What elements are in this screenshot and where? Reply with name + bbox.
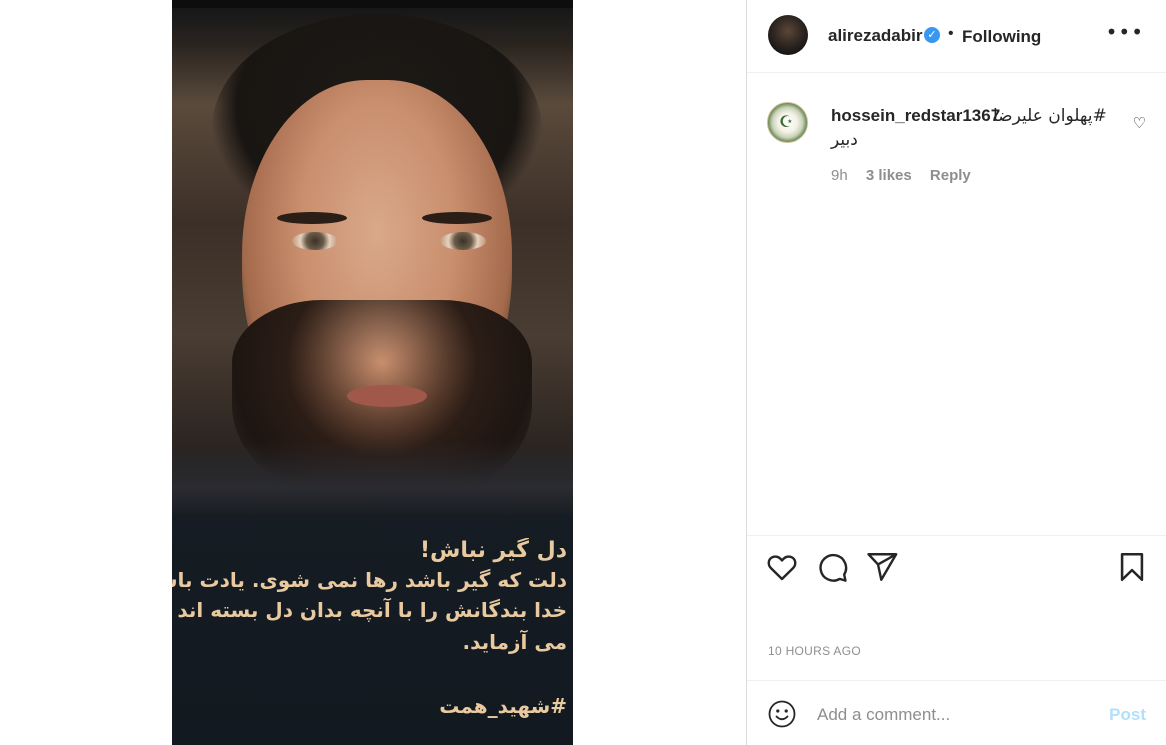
- post-actions-bar: [747, 535, 1166, 635]
- post-side-panel: alirezadabir ✓ • Following ••• ☪ hossein…: [746, 0, 1166, 745]
- post-comment-button[interactable]: Post: [1109, 705, 1146, 725]
- portrait-mouth: [347, 385, 427, 407]
- author-username[interactable]: alirezadabir: [828, 26, 923, 46]
- emoji-icon[interactable]: [767, 699, 797, 729]
- verified-badge-icon: ✓: [924, 27, 940, 43]
- image-overlay-line-3: خدا بندگانش را با آنچه بدان دل بسته اند: [177, 598, 567, 622]
- commenter-avatar[interactable]: ☪: [767, 102, 808, 143]
- heart-icon[interactable]: [765, 550, 799, 584]
- comment-likes[interactable]: 3 likes: [866, 167, 912, 184]
- comment-item: ☪ hossein_redstar1367 #پهلوان علیرضا دبی…: [747, 73, 1166, 535]
- commenter-username[interactable]: hossein_redstar1367: [831, 106, 1000, 126]
- image-overlay-hashtag: #شهید_همت: [439, 694, 567, 718]
- image-top-edge: [172, 0, 573, 8]
- comment-meta: 9h 3 likes Reply: [831, 167, 985, 184]
- comment-like-icon[interactable]: ♡: [1133, 114, 1146, 132]
- instagram-post-page: دل گیر نباش! دلت که گیر باشد رها نمی شوی…: [0, 0, 1166, 745]
- header-separator: •: [948, 25, 954, 42]
- image-overlay-line-2: دلت که گیر باشد رها نمی شوی. یادت باشد: [172, 568, 567, 592]
- portrait-left-brow: [277, 212, 347, 224]
- emblem-icon: ☪: [779, 112, 794, 131]
- post-header: alirezadabir ✓ • Following •••: [747, 0, 1166, 73]
- portrait-left-eye: [292, 232, 338, 250]
- following-button[interactable]: Following: [962, 27, 1041, 47]
- more-options-icon[interactable]: •••: [1106, 20, 1144, 44]
- portrait-right-brow: [422, 212, 492, 224]
- author-avatar[interactable]: [768, 15, 808, 55]
- image-overlay-line-1: دل گیر نباش!: [419, 538, 567, 563]
- comment-input[interactable]: [817, 703, 1097, 727]
- portrait-shirt: [172, 440, 573, 520]
- media-column: دل گیر نباش! دلت که گیر باشد رها نمی شوی…: [0, 0, 746, 745]
- add-comment-bar: Post: [747, 680, 1166, 745]
- post-timestamp[interactable]: 10 HOURS AGO: [768, 644, 861, 658]
- comment-text-line-1: #پهلوان علیرضا: [993, 106, 1107, 126]
- comment-text-line-2: دبیر: [831, 130, 858, 150]
- send-icon[interactable]: [865, 550, 899, 584]
- comment-time: 9h: [831, 167, 848, 184]
- bookmark-icon[interactable]: [1115, 550, 1149, 584]
- comment-reply-button[interactable]: Reply: [930, 167, 971, 184]
- image-overlay-line-4: می آزماید.: [462, 630, 567, 654]
- comment-icon[interactable]: [815, 550, 849, 584]
- portrait-right-eye: [440, 232, 486, 250]
